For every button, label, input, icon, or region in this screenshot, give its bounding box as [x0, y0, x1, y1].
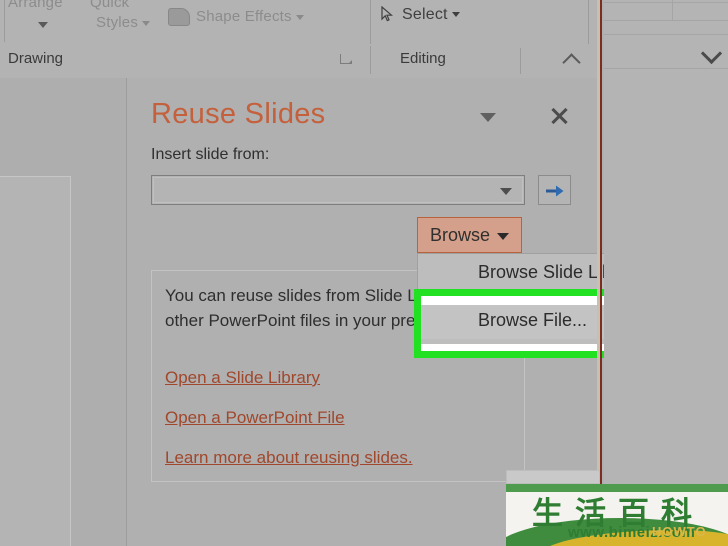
shape-effects-label: Shape Effects	[196, 8, 292, 25]
watermark-corner-text: HOWTO	[652, 524, 707, 539]
insert-slide-from-label: Insert slide from:	[151, 146, 270, 163]
strip-line	[604, 20, 728, 21]
quick-styles-button[interactable]: Styles	[96, 14, 151, 31]
browse-button[interactable]: Browse	[417, 217, 522, 253]
collapse-ribbon-icon[interactable]	[562, 53, 581, 72]
watermark-topbar	[506, 470, 600, 484]
chevron-down-icon	[451, 12, 460, 18]
ribbon: Arrange Quick Styles Shape Effects Selec…	[0, 0, 600, 80]
arrange-dropdown-icon[interactable]	[38, 22, 48, 28]
drawing-dialog-launcher-icon[interactable]	[340, 54, 352, 64]
quick-styles-label: Styles	[96, 14, 139, 31]
select-button[interactable]: Select	[402, 6, 460, 24]
slide-thumbnail-pane[interactable]	[0, 176, 71, 546]
go-button[interactable]	[538, 175, 571, 205]
strip-line	[604, 68, 728, 69]
browse-button-label: Browse	[429, 225, 491, 245]
cursor-icon	[381, 6, 393, 22]
arrange-button[interactable]: Arrange	[8, 0, 63, 11]
quick-styles-label-line1[interactable]: Quick	[90, 0, 129, 11]
ribbon-divider-right	[588, 0, 589, 44]
powerpoint-window: Arrange Quick Styles Shape Effects Selec…	[0, 0, 728, 546]
arrow-right-icon	[546, 185, 564, 197]
drawing-group-label: Drawing	[8, 50, 64, 67]
ribbon-divider-left	[4, 0, 5, 42]
chevron-down-icon[interactable]	[500, 188, 512, 195]
shape-effects-button[interactable]: Shape Effects	[196, 8, 304, 25]
learn-more-link[interactable]: Learn more about reusing slides.	[165, 448, 413, 468]
strip-divider	[672, 0, 673, 20]
pane-options-chevron-down-icon[interactable]	[480, 113, 496, 122]
red-vertical-rule	[600, 0, 602, 546]
strip-line	[604, 34, 728, 35]
close-icon[interactable]	[549, 106, 569, 126]
strip-line	[604, 2, 728, 3]
chevron-down-icon	[497, 232, 510, 240]
ribbon-controls-row: Arrange Quick Styles Shape Effects Selec…	[0, 0, 600, 48]
right-panel-strip	[604, 0, 728, 546]
page-title: Reuse Slides	[151, 98, 326, 130]
insert-slide-from-combobox[interactable]	[151, 175, 525, 205]
ribbon-divider-editing	[370, 0, 371, 44]
editing-group-label: Editing	[400, 50, 446, 67]
shape-effects-icon	[168, 8, 190, 26]
group-divider	[370, 46, 371, 74]
combobox-input[interactable]	[153, 177, 523, 203]
reuse-links-group: Open a Slide Library Open a PowerPoint F…	[165, 368, 413, 488]
open-powerpoint-file-link[interactable]: Open a PowerPoint File	[165, 408, 413, 428]
chevron-down-icon	[295, 14, 304, 20]
group-divider-2	[520, 48, 521, 74]
select-label: Select	[402, 6, 448, 23]
open-slide-library-link[interactable]: Open a Slide Library	[165, 368, 413, 388]
chevron-down-icon	[142, 20, 151, 26]
